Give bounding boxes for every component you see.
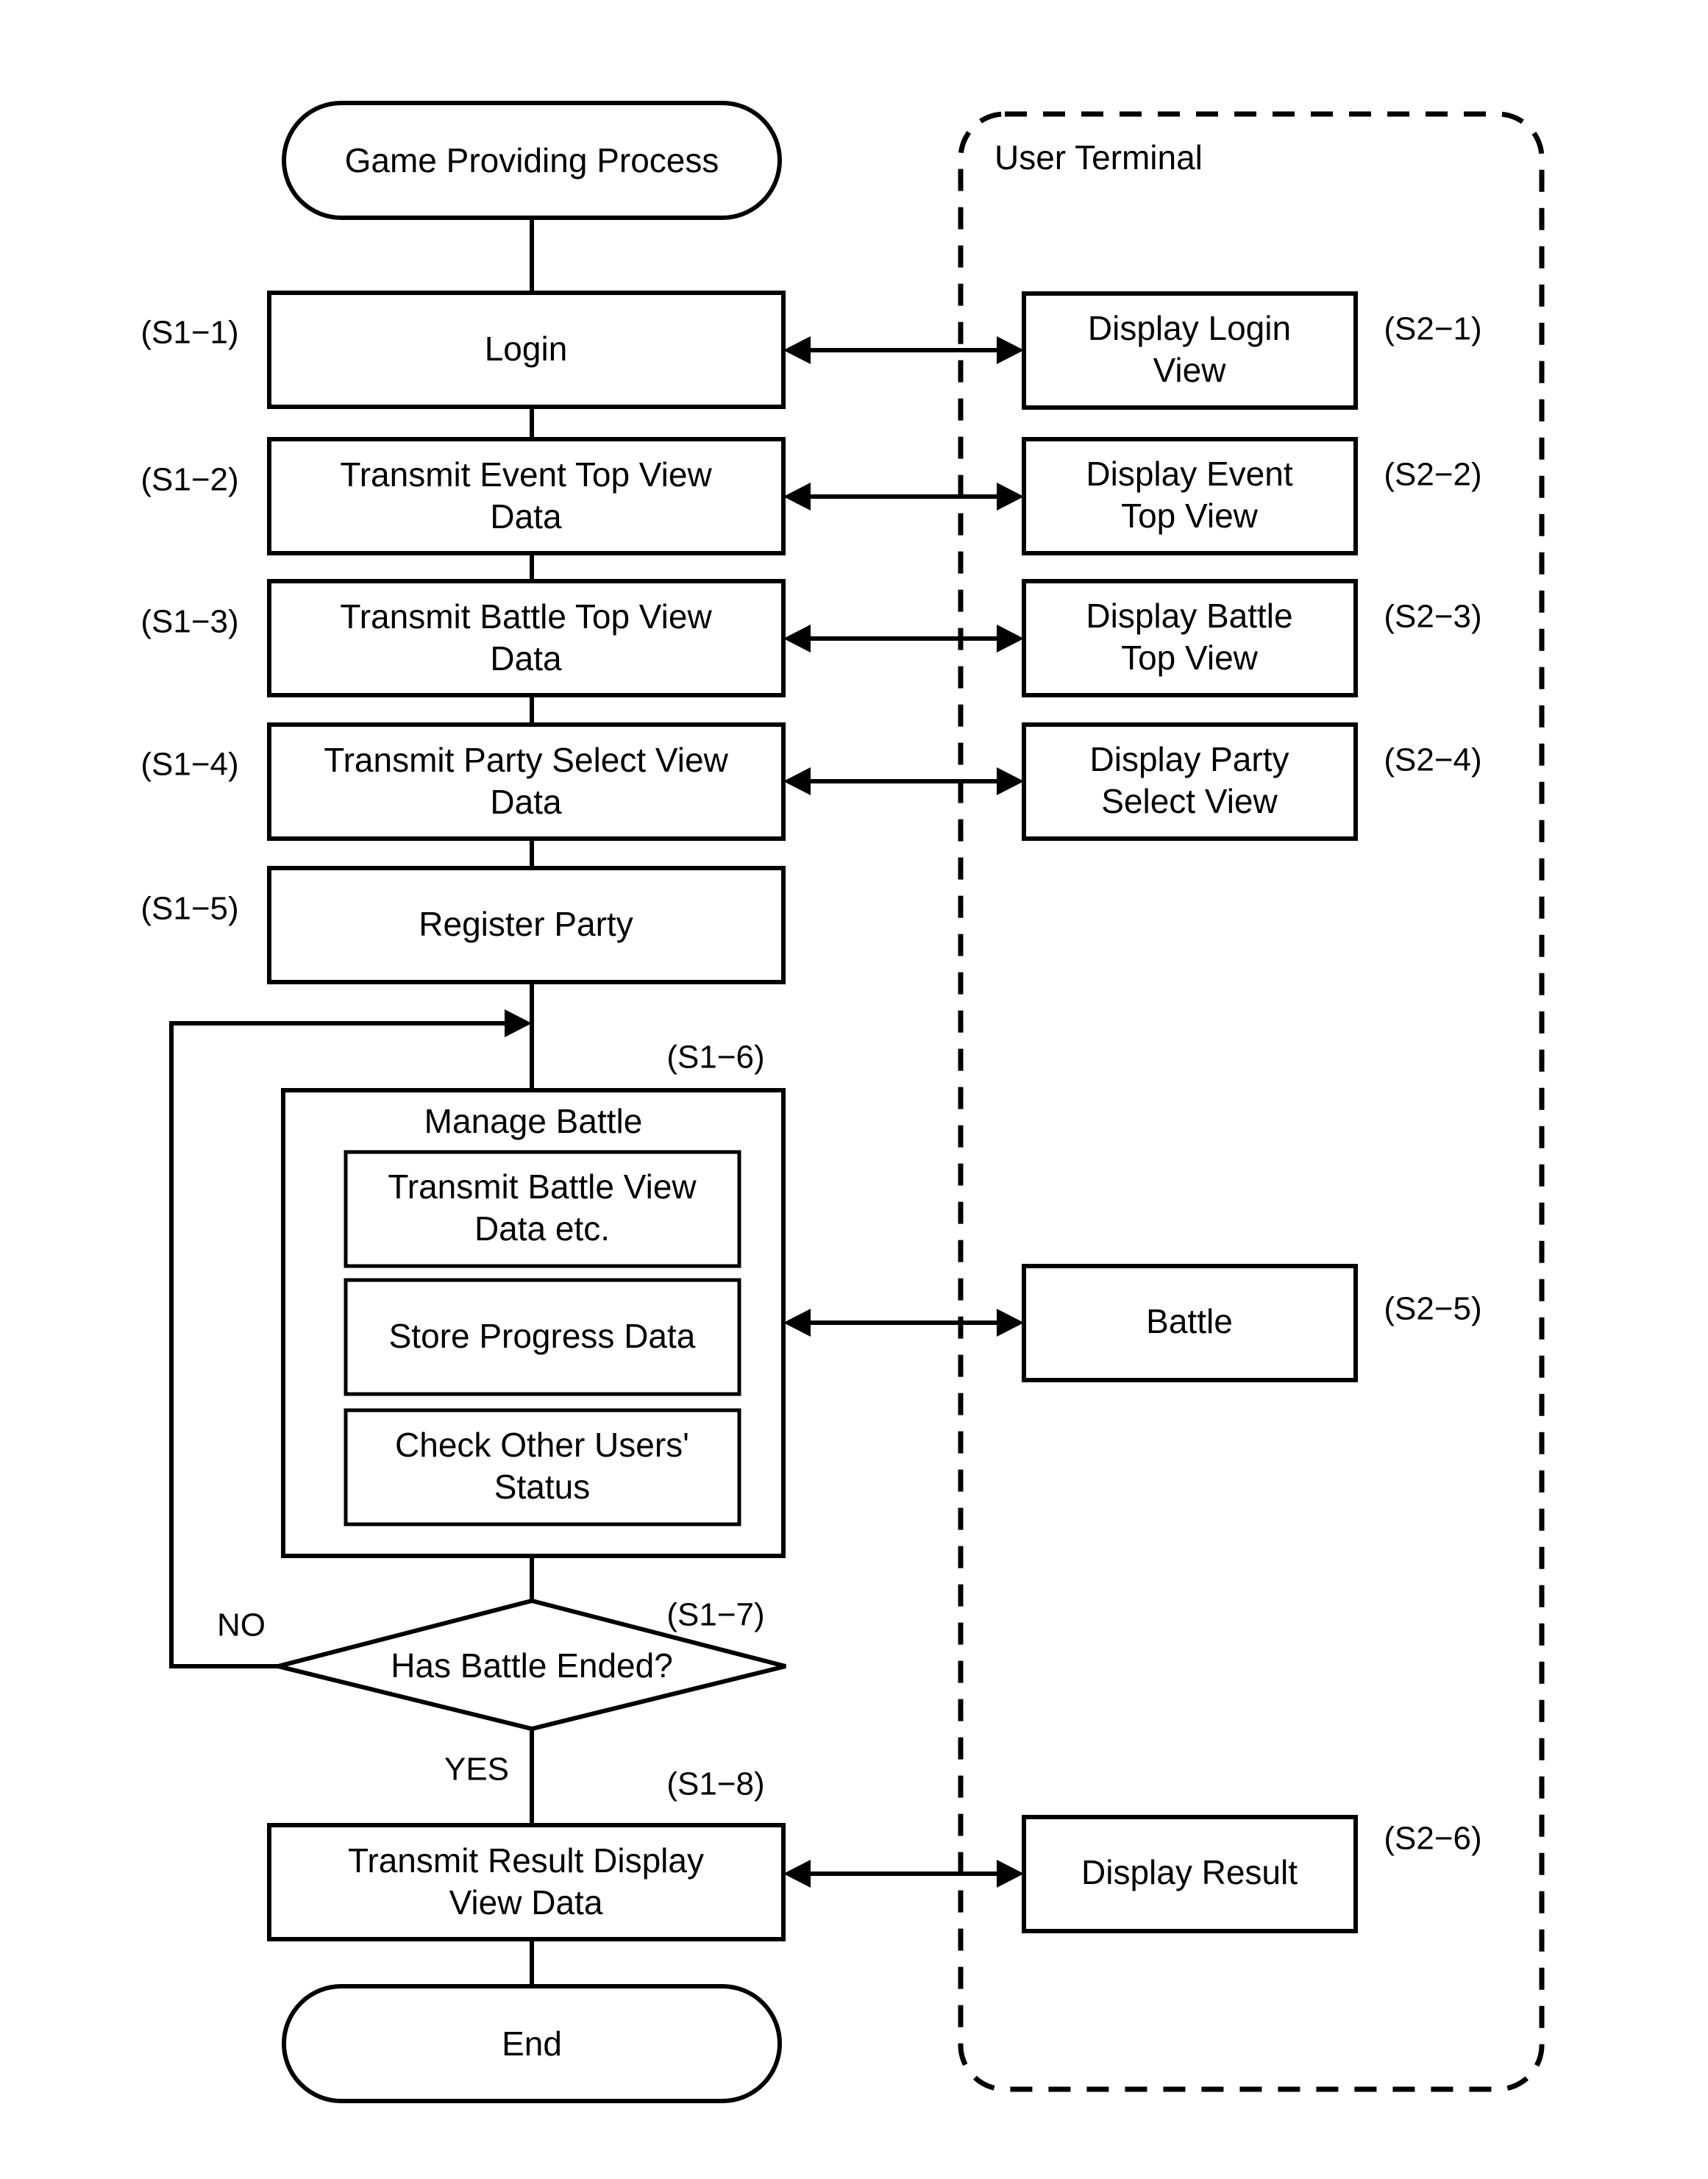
arrowhead-left-3 [783,625,811,653]
end-node-label: End [502,2025,562,2063]
arrowhead-right-4 [997,767,1024,795]
process-s2-5-label: Battle [1146,1302,1233,1340]
user-terminal-lane-label: User Terminal [994,138,1203,177]
process-s1-8-line2: View Data [449,1883,603,1922]
step-label-s2-2: (S2−2) [1384,457,1481,493]
step-label-s1-5: (S1−5) [140,891,238,927]
process-s2-2-line2: Top View [1121,497,1259,535]
process-s2-3-line2: Top View [1121,639,1259,677]
arrowhead-right-5 [997,1309,1024,1337]
process-s1-2-line2: Data [490,497,562,536]
arrowhead-left-5 [783,1309,811,1337]
step-label-s2-4: (S2−4) [1384,742,1481,778]
process-s1-3-line1: Transmit Battle Top View [340,597,712,636]
process-s2-3-line1: Display Battle [1086,597,1292,635]
arrowhead-left-2 [783,483,811,511]
process-s2-4-line2: Select View [1101,782,1278,820]
arrowhead-right-3 [997,625,1024,653]
start-node-label: Game Providing Process [345,141,719,179]
step-label-s2-6: (S2−6) [1384,1821,1481,1857]
step-label-s1-2: (S1−2) [140,462,238,498]
arrowhead-right-6 [997,1860,1024,1888]
flowchart-svg: User Terminal Game Providing Process (S1… [140,101,1545,2103]
flowchart-page: User Terminal Game Providing Process (S1… [0,0,1708,2179]
process-s1-3-line2: Data [490,639,562,678]
process-s2-4-line1: Display Party [1090,740,1289,778]
arrowhead-loopback [505,1009,532,1037]
substep-3-line2: Status [494,1468,590,1506]
process-s1-4-line2: Data [490,783,562,821]
step-label-s2-1: (S2−1) [1384,311,1481,347]
step-label-s2-3: (S2−3) [1384,599,1481,635]
process-s2-6-label: Display Result [1081,1853,1298,1891]
process-s1-5-label: Register Party [419,905,633,943]
arrowhead-right-2 [997,483,1024,511]
step-label-s1-6: (S1−6) [666,1039,764,1076]
substep-3-line1: Check Other Users' [395,1426,689,1464]
step-label-s1-8: (S1−8) [666,1766,764,1802]
substep-1-line2: Data etc. [474,1209,610,1248]
arrowhead-left-1 [783,336,811,364]
process-s2-1-line1: Display Login [1088,309,1291,347]
process-s2-1-line2: View [1153,351,1227,389]
substep-2-label: Store Progress Data [389,1317,696,1355]
branch-label-yes: YES [444,1752,509,1788]
process-s2-2-line1: Display Event [1086,455,1292,493]
user-terminal-lane [958,111,1545,2092]
decision-s1-7-label: Has Battle Ended? [391,1646,673,1685]
substep-1-line1: Transmit Battle View [388,1167,697,1206]
step-label-s1-3: (S1−3) [140,604,238,640]
process-s1-1-label: Login [485,330,568,368]
process-s1-4-line1: Transmit Party Select View [324,741,728,779]
arrowhead-left-4 [783,767,811,795]
step-label-s1-4: (S1−4) [140,747,238,783]
branch-label-no: NO [217,1607,266,1643]
arrowhead-right-1 [997,336,1024,364]
arrowhead-left-6 [783,1860,811,1888]
process-s1-6-label: Manage Battle [424,1102,643,1140]
step-label-s1-7: (S1−7) [666,1597,764,1633]
step-label-s2-5: (S2−5) [1384,1291,1481,1327]
process-s1-8-line1: Transmit Result Display [348,1841,704,1880]
process-s1-2-line1: Transmit Event Top View [340,455,712,494]
step-label-s1-1: (S1−1) [140,315,238,351]
